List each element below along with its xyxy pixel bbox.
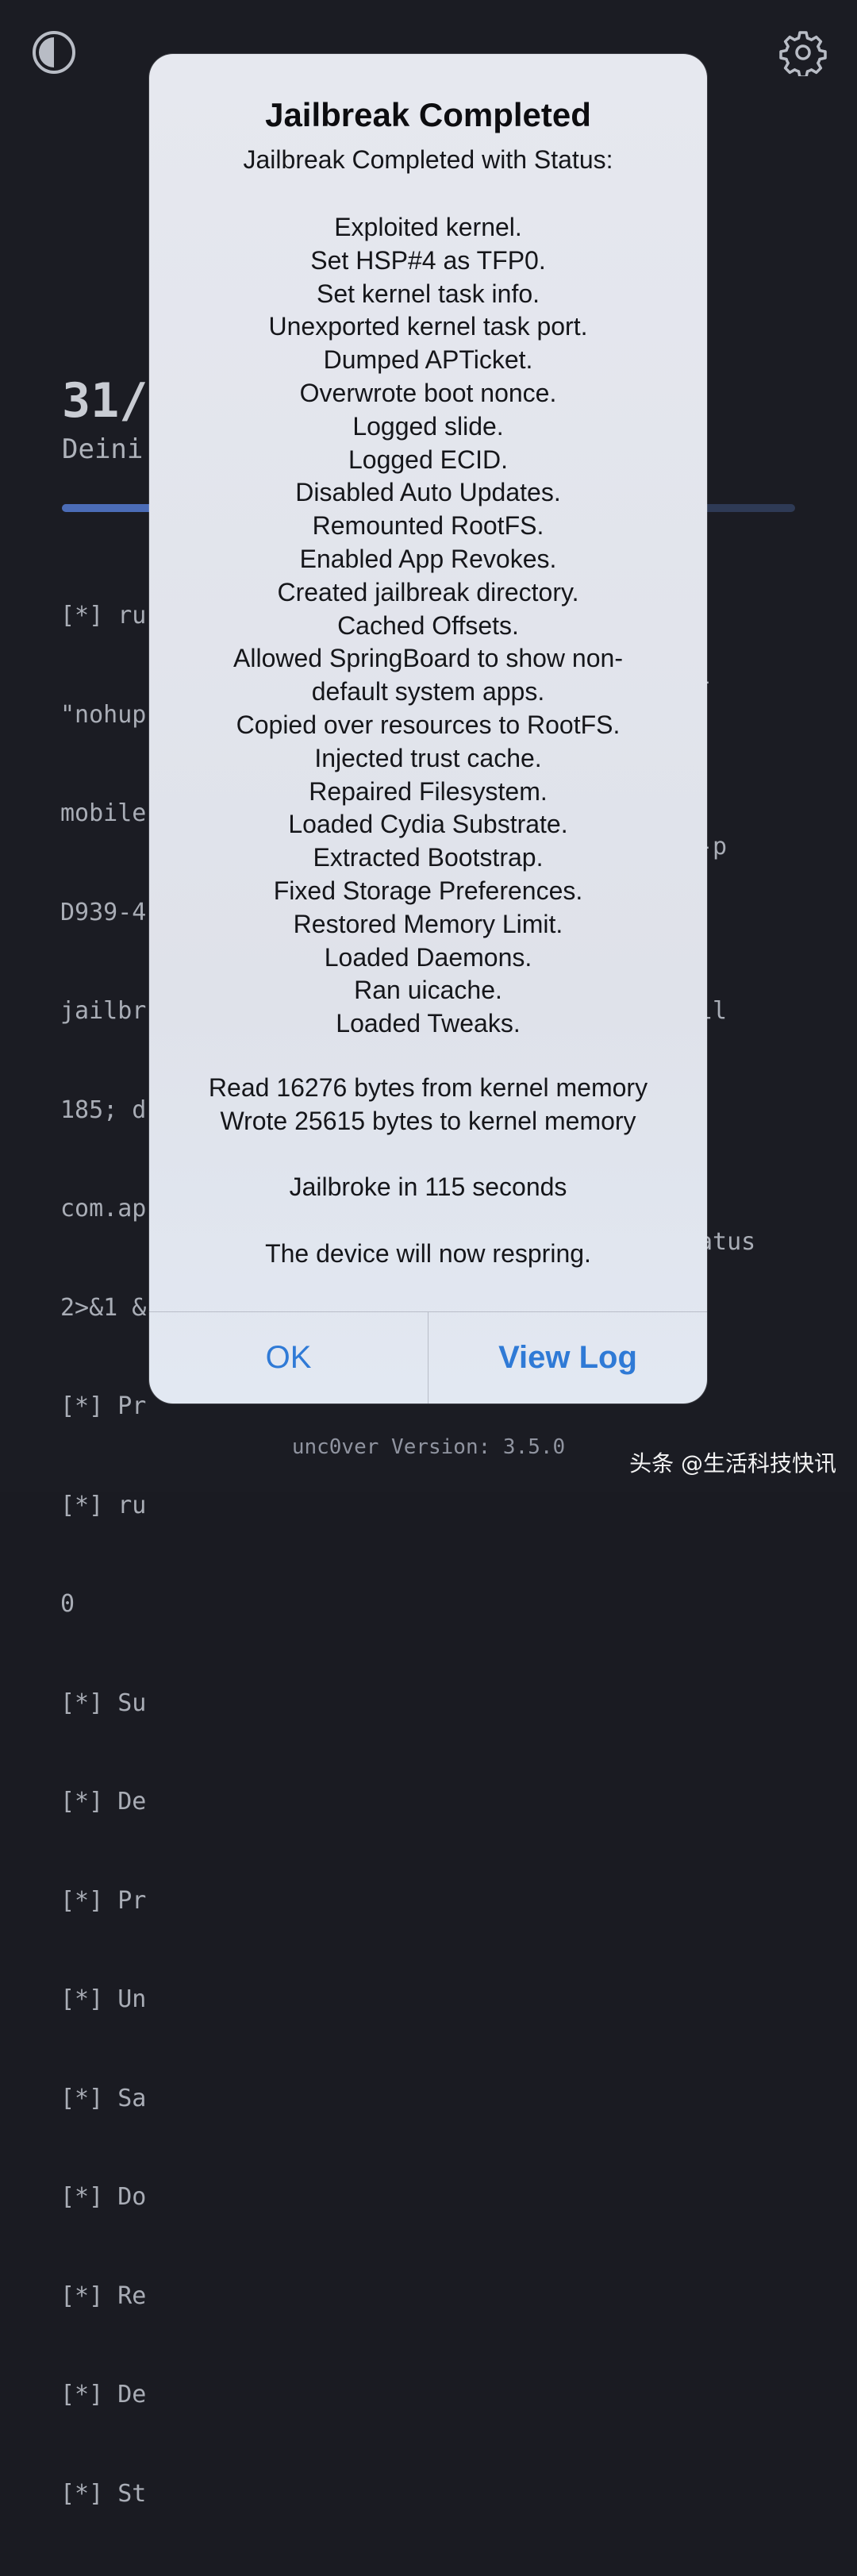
log-line: 185; d	[60, 1095, 147, 1124]
log-line: com.ap	[60, 1195, 147, 1223]
memory-summary: Read 16276 bytes from kernel memory Wrot…	[149, 1072, 707, 1138]
status-item: Loaded Cydia Substrate.	[288, 810, 568, 839]
dialog-subtitle: Jailbreak Completed with Status:	[243, 145, 613, 174]
log-line: [*] Su	[60, 1688, 147, 1717]
duration-text: Jailbroke in 115 seconds	[289, 1172, 567, 1201]
status-item: Dumped APTicket.	[323, 345, 533, 375]
read-bytes-text: Read 16276 bytes from kernel memory	[208, 1073, 648, 1102]
log-line: [*] Pr	[60, 1886, 147, 1915]
status-item: Remounted RootFS.	[312, 511, 544, 541]
status-item: Restored Memory Limit.	[293, 909, 563, 938]
log-line: [*] De	[60, 2381, 147, 2409]
progress-status: Deini	[62, 433, 144, 465]
progress-count: 31/	[62, 373, 148, 429]
dialog-title: Jailbreak Completed	[265, 96, 591, 133]
log-line: [*] Do	[60, 2183, 147, 2211]
log-line: 2>&1 &	[60, 1293, 147, 1322]
status-list: Exploited kernel. Set HSP#4 as TFP0. Set…	[149, 211, 707, 1041]
respring-text: The device will now respring.	[265, 1239, 591, 1268]
status-item: Cached Offsets.	[337, 610, 519, 640]
log-line: [*] ru	[60, 602, 147, 630]
log-line: [*] Re	[60, 2281, 147, 2310]
log-line: [*] Sa	[60, 2084, 147, 2112]
log-line: [*] St	[60, 2479, 147, 2508]
status-item: Copied over resources to RootFS.	[236, 710, 621, 739]
status-item: Loaded Tweaks.	[336, 1009, 521, 1038]
status-item: default system apps.	[311, 677, 545, 707]
status-item: Created jailbreak directory.	[277, 577, 579, 606]
gear-icon[interactable]	[779, 29, 827, 76]
wrote-bytes-text: Wrote 25615 bytes to kernel memory	[220, 1106, 636, 1135]
status-item: Set HSP#4 as TFP0.	[310, 245, 546, 275]
log-line: 0	[60, 1590, 75, 1618]
status-item: Logged slide.	[352, 411, 504, 441]
log-line: D939-4	[60, 898, 147, 926]
log-output: [*] ru "nohup mobile D939-4 jailbr 185; …	[60, 533, 146, 2576]
log-line: [*] Pr	[60, 1392, 147, 1420]
log-line: [*] Un	[60, 1985, 147, 2013]
log-line: mobile	[60, 799, 147, 827]
status-item: Extracted Bootstrap.	[313, 843, 544, 872]
log-line: "nohup	[60, 700, 147, 729]
ok-button[interactable]: OK	[149, 1312, 428, 1404]
status-item: Set kernel task info.	[316, 279, 540, 308]
status-item: Unexported kernel task port.	[268, 312, 588, 341]
contrast-icon[interactable]	[30, 29, 78, 76]
status-item: Overwrote boot nonce.	[299, 378, 557, 407]
status-item: Loaded Daemons.	[324, 942, 532, 972]
status-item: Repaired Filesystem.	[309, 776, 548, 806]
status-item: Enabled App Revokes.	[299, 544, 557, 573]
view-log-button[interactable]: View Log	[428, 1312, 707, 1404]
dialog-button-row: OK View Log	[149, 1311, 707, 1404]
log-line: jailbr	[60, 997, 147, 1025]
watermark: 头条 @生活科技快讯	[629, 1450, 836, 1477]
status-item: Ran uicache.	[354, 976, 502, 1005]
log-line: [*] De	[60, 1788, 147, 1816]
status-item: Exploited kernel.	[334, 213, 522, 241]
status-item: Fixed Storage Preferences.	[273, 876, 583, 905]
status-item: Logged ECID.	[348, 445, 508, 474]
status-item: Injected trust cache.	[314, 743, 542, 772]
alert-dialog: Jailbreak Completed Jailbreak Completed …	[149, 54, 707, 1404]
log-line: [*] ru	[60, 1491, 147, 1519]
status-item: Allowed SpringBoard to show non-	[233, 644, 623, 673]
status-item: Disabled Auto Updates.	[295, 478, 561, 507]
